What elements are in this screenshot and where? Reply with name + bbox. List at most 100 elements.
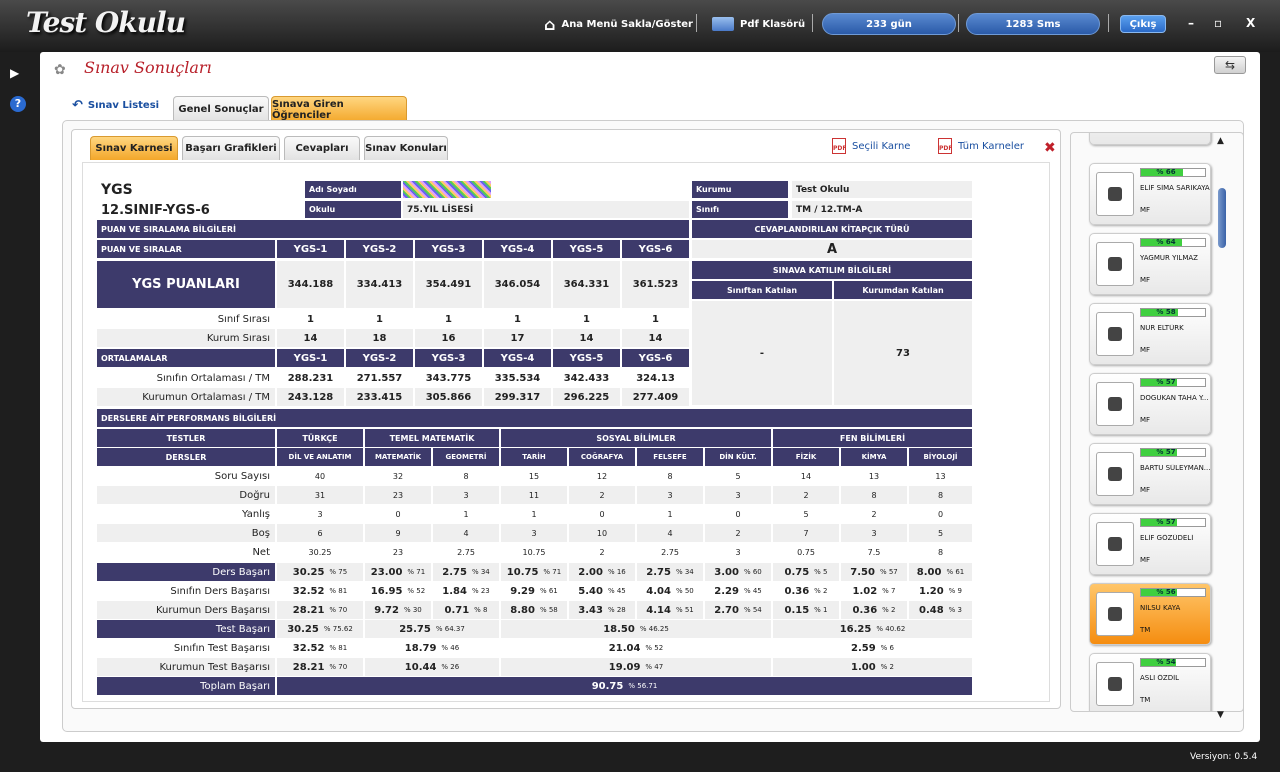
user-icon — [1108, 327, 1122, 341]
ygs-column-header: YGS-2 — [346, 240, 413, 258]
close-button[interactable]: X — [1246, 16, 1255, 30]
row-value: 2 — [773, 486, 839, 504]
avatar — [1096, 242, 1134, 286]
row-value: 1 — [463, 509, 469, 519]
close-report-icon[interactable]: ✖ — [1044, 140, 1056, 156]
help-icon[interactable]: ? — [10, 96, 26, 112]
all-reports-pdf-button[interactable]: PDF Tüm Karneler — [938, 138, 1024, 154]
student-card[interactable]: % 66 ELİF SİMA SARIKAYA MF — [1089, 163, 1211, 225]
row-value: 2 — [705, 524, 771, 542]
percent: % 50 — [675, 587, 694, 595]
institution-average: 296.225 — [553, 388, 620, 406]
value: 21.04 — [608, 642, 641, 654]
minimize-button[interactable]: – — [1188, 16, 1194, 30]
student-card[interactable]: % 64 YAĞMUR YILMAZ MF — [1089, 233, 1211, 295]
percent: % 52 — [645, 644, 664, 652]
test-group-header: FEN BİLİMLERİ — [773, 429, 972, 447]
class-test-success: 18.79 % 46 — [365, 639, 499, 657]
maximize-button[interactable]: ▫ — [1214, 16, 1222, 30]
class-participation-label: Sınıftan Katılan — [692, 281, 832, 299]
percent: % 81 — [329, 644, 348, 652]
tab-report-card[interactable]: Sınav Karnesi — [90, 136, 178, 160]
lesson-success: 2.75 % 34 — [637, 563, 703, 581]
student-card[interactable]: % 54 ASLI ÖZDİL TM — [1089, 653, 1211, 711]
student-card[interactable]: % 56 NİLSU KAYA TM — [1089, 583, 1211, 645]
top-bar: Test Okulu ⌂ Ana Menü Sakla/Göster Pdf K… — [0, 0, 1280, 52]
tab-answers[interactable]: Cevapları — [284, 136, 360, 160]
test-group-header: SOSYAL BİLİMLER — [501, 429, 771, 447]
value: 32.52 — [292, 585, 325, 597]
tab-students[interactable]: Sınava Giren Öğrenciler — [271, 96, 407, 122]
school-value: 75.YIL LİSESİ — [403, 201, 689, 218]
success-percent: % 57 — [1156, 448, 1176, 456]
success-bar: % 56 — [1140, 588, 1206, 597]
percent: % 6 — [880, 644, 895, 652]
institution-lesson-success-label: Kurumun Ders Başarısı — [97, 601, 275, 619]
ygs-point: 361.523 — [622, 261, 689, 308]
tab-exam-topics[interactable]: Sınav Konuları — [364, 136, 448, 160]
row-value: 0 — [395, 509, 401, 519]
value: 25.75 — [399, 623, 431, 635]
percent: % 34 — [471, 568, 490, 576]
tab-success-charts[interactable]: Başarı Grafikleri — [182, 136, 280, 160]
ygs-column-header: YGS-6 — [622, 240, 689, 258]
percent: % 56.71 — [628, 682, 658, 690]
tests-label: TESTLER — [97, 429, 275, 447]
student-name: ELİF GÖZÜDELİ — [1140, 534, 1194, 542]
class-average-label: Sınıfın Ortalaması / TM — [156, 372, 270, 384]
ygs-column-header: YGS-3 — [415, 240, 482, 258]
student-card[interactable]: % 57 ELİF GÖZÜDELİ MF — [1089, 513, 1211, 575]
back-link[interactable]: ↶ Sınav Listesi — [72, 98, 159, 113]
pdf-folder-button[interactable]: Pdf Klasörü — [712, 12, 805, 36]
institution-lesson-success: 2.70 % 54 — [705, 601, 771, 619]
value: 90.75 — [591, 680, 624, 692]
refresh-button[interactable]: ⇆ — [1214, 56, 1246, 74]
student-card[interactable]: % 57 BARTU SÜLEYMAN... MF — [1089, 443, 1211, 505]
row-value: 2.75 — [661, 547, 679, 557]
value: 23.00 — [370, 566, 403, 578]
institution-lesson-success: 0.15 % 1 — [773, 601, 839, 619]
row-value: 0 — [735, 509, 741, 519]
refresh-icon: ⇆ — [1224, 58, 1236, 72]
class-test-success: 2.59 % 6 — [773, 639, 972, 657]
all-reports-label: Tüm Karneler — [958, 140, 1024, 152]
expand-arrow-icon[interactable]: ▶ — [10, 66, 19, 80]
row-value: 2.75 — [457, 547, 475, 557]
student-card[interactable]: % 57 DOĞUKAN TAHA Y... MF — [1089, 373, 1211, 435]
class-rank: 1 — [652, 313, 659, 325]
folder-icon — [712, 17, 734, 31]
value: 10.75 — [506, 566, 539, 578]
success-percent: % 57 — [1156, 378, 1176, 386]
section-participation: SINAVA KATILIM BİLGİLERİ — [692, 261, 972, 279]
scroll-down-icon[interactable]: ▼ — [1217, 710, 1224, 720]
student-name: DOĞUKAN TAHA Y... — [1140, 394, 1209, 402]
institution-rank: 14 — [277, 329, 344, 347]
back-arrow-icon: ↶ — [72, 98, 83, 113]
row-label: Doğru — [97, 486, 275, 504]
row-value: 40 — [314, 471, 326, 481]
menu-toggle-label: Ana Menü Sakla/Göster — [561, 18, 693, 30]
student-card[interactable]: % 58 NUR ELTÜRK MF — [1089, 303, 1211, 365]
tab-general-results[interactable]: Genel Sonuçlar — [173, 96, 269, 122]
student-card[interactable] — [1089, 133, 1211, 145]
logout-button[interactable]: Çıkış — [1120, 15, 1166, 33]
class-label: Sınıfı — [692, 201, 788, 218]
menu-toggle-button[interactable]: ⌂ Ana Menü Sakla/Göster — [544, 12, 693, 36]
scroll-thumb[interactable] — [1218, 188, 1226, 248]
results-icon: ✿ — [54, 62, 66, 78]
name-value-redacted — [403, 181, 491, 198]
student-list-scrollbar[interactable]: ▲ ▼ — [1216, 136, 1228, 720]
scroll-up-icon[interactable]: ▲ — [1217, 136, 1224, 146]
lesson-success: 3.00 % 60 — [705, 563, 771, 581]
percent: % 54 — [743, 606, 762, 614]
home-icon: ⌂ — [544, 14, 556, 34]
institution-average: 299.317 — [484, 388, 551, 406]
value: 30.25 — [292, 566, 325, 578]
class-test-success: 32.52 % 81 — [277, 639, 363, 657]
lesson-success: 0.75 % 5 — [773, 563, 839, 581]
selected-report-pdf-button[interactable]: PDF Seçili Karne — [832, 138, 910, 154]
institution-average: 277.409 — [622, 388, 689, 406]
value: 0.36 — [852, 604, 878, 616]
class-rank: 1 — [307, 313, 314, 325]
averages-label: ORTALAMALAR — [97, 349, 275, 367]
